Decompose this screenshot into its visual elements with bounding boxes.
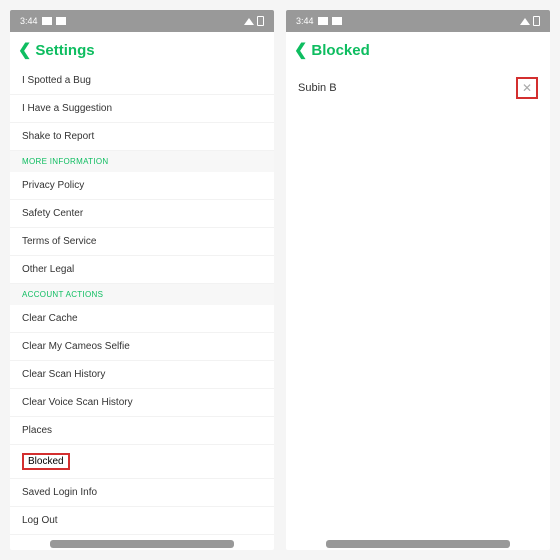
- message-icon: [42, 17, 52, 25]
- settings-screen: 3:44 ❮ Settings I Spotted a Bug I Have a…: [10, 10, 274, 550]
- list-item[interactable]: Clear Cache: [10, 305, 274, 333]
- list-item[interactable]: I Spotted a Bug: [10, 67, 274, 95]
- blocked-list: Subin B ✕: [286, 67, 550, 540]
- list-item[interactable]: Clear Scan History: [10, 361, 274, 389]
- list-item[interactable]: Safety Center: [10, 200, 274, 228]
- section-header: MORE INFORMATION: [10, 151, 274, 172]
- wifi-icon: [520, 18, 530, 25]
- back-button[interactable]: ❮: [294, 43, 307, 59]
- highlight-box: Blocked: [22, 453, 70, 470]
- nav-bar: [50, 540, 234, 548]
- battery-icon: [533, 16, 540, 26]
- list-item[interactable]: Terms of Service: [10, 228, 274, 256]
- list-item[interactable]: Clear My Cameos Selfie: [10, 333, 274, 361]
- message-icon: [318, 17, 328, 25]
- page-title: Settings: [35, 42, 94, 59]
- battery-icon: [257, 16, 264, 26]
- card-icon: [56, 17, 66, 25]
- list-item[interactable]: I Have a Suggestion: [10, 95, 274, 123]
- status-time: 3:44: [296, 16, 314, 26]
- list-item[interactable]: Clear Voice Scan History: [10, 389, 274, 417]
- section-header: ACCOUNT ACTIONS: [10, 284, 274, 305]
- list-item[interactable]: Shake to Report: [10, 123, 274, 151]
- status-time: 3:44: [20, 16, 38, 26]
- list-item[interactable]: Privacy Policy: [10, 172, 274, 200]
- list-item[interactable]: Saved Login Info: [10, 479, 274, 507]
- header: ❮ Blocked: [286, 32, 550, 67]
- status-bar: 3:44: [286, 10, 550, 32]
- list-item[interactable]: Log Out: [10, 507, 274, 535]
- blocked-user-name: Subin B: [298, 82, 337, 94]
- close-icon: ✕: [522, 81, 532, 95]
- page-title: Blocked: [311, 42, 369, 59]
- nav-bar: [326, 540, 510, 548]
- list-item[interactable]: Other Legal: [10, 256, 274, 284]
- status-bar: 3:44: [10, 10, 274, 32]
- blocked-screen: 3:44 ❮ Blocked Subin B ✕: [286, 10, 550, 550]
- list-item-blocked[interactable]: Blocked: [10, 445, 274, 479]
- settings-list: I Spotted a Bug I Have a Suggestion Shak…: [10, 67, 274, 540]
- blocked-user-row: Subin B ✕: [286, 67, 550, 109]
- back-button[interactable]: ❮: [18, 43, 31, 59]
- card-icon: [332, 17, 342, 25]
- list-item[interactable]: Places: [10, 417, 274, 445]
- unblock-button[interactable]: ✕: [516, 77, 538, 99]
- header: ❮ Settings: [10, 32, 274, 67]
- wifi-icon: [244, 18, 254, 25]
